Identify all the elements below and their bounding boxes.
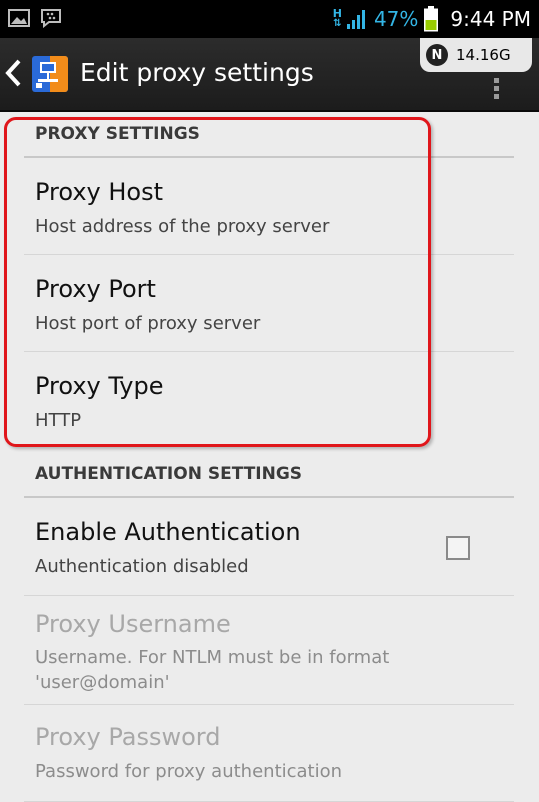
pref-summary: Password for proxy authentication xyxy=(35,761,343,782)
section-header-authentication: AUTHENTICATION SETTINGS xyxy=(24,464,514,498)
battery-percent: 47% xyxy=(373,7,419,31)
data-usage-label: 14.16G xyxy=(456,46,511,64)
pref-proxy-password[interactable]: Proxy Password Password for proxy authen… xyxy=(24,705,514,802)
highlight-box xyxy=(4,117,431,447)
status-bar: H ⇅ 47% 9:44 PM xyxy=(0,0,539,38)
system-icons: H ⇅ 47% 9:44 PM xyxy=(333,4,531,34)
data-usage-widget: N 14.16G xyxy=(420,38,532,72)
bbm-notification-icon xyxy=(41,9,61,28)
pref-title: Proxy Username xyxy=(35,610,231,638)
network-type-indicator: H ⇅ xyxy=(333,8,342,29)
pref-proxy-username[interactable]: Proxy Username Username. For NTLM must b… xyxy=(24,596,514,705)
pref-summary: Authentication disabled xyxy=(35,556,249,577)
notification-icons xyxy=(8,8,62,28)
clock: 9:44 PM xyxy=(450,7,531,31)
pref-summary-line2: 'user@domain' xyxy=(35,672,170,693)
pref-title: Enable Authentication xyxy=(35,518,301,546)
screen-title: Edit proxy settings xyxy=(80,58,314,87)
preferences-list: PROXY SETTINGS Proxy Host Host address o… xyxy=(0,110,539,802)
gallery-notification-icon xyxy=(8,9,30,27)
enable-authentication-checkbox[interactable] xyxy=(446,536,470,560)
pref-enable-authentication[interactable]: Enable Authentication Authentication dis… xyxy=(24,498,514,596)
data-arrows-icon: ⇅ xyxy=(333,18,342,29)
battery-icon xyxy=(424,6,439,32)
signal-strength-icon xyxy=(346,10,365,29)
pref-title: Proxy Password xyxy=(35,723,221,751)
action-bar: Edit proxy settings N 14.16G xyxy=(0,38,539,112)
back-chevron-icon[interactable] xyxy=(4,58,22,88)
app-logo-icon[interactable] xyxy=(30,54,70,94)
overflow-menu-icon[interactable] xyxy=(494,78,500,102)
data-widget-logo-icon: N xyxy=(426,44,448,66)
